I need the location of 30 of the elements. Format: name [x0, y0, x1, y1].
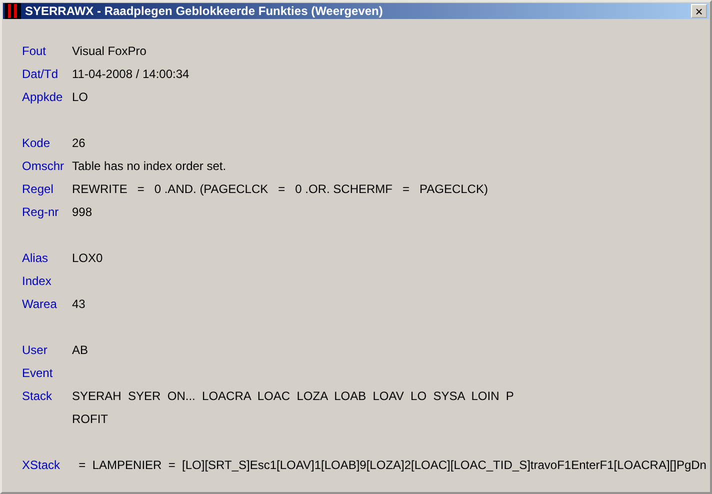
field-label: Index: [22, 273, 52, 290]
field-label: Fout: [22, 43, 48, 60]
field-value: REWRITE = 0 .AND. (PAGECLCK = 0 .OR. SCHERMF = PAGECLCK): [72, 181, 488, 198]
field-label: Dat/Td: [22, 66, 60, 83]
field-label: User: [22, 342, 48, 359]
field-value: 26: [72, 135, 86, 152]
field-value: 11-04-2008 / 14:00:34: [72, 66, 190, 83]
field-label: XStack: [22, 457, 62, 474]
field-label: Event: [22, 365, 54, 382]
field-value: 43: [72, 296, 86, 313]
field-value: ROFIT: [72, 411, 109, 428]
field-value: LOX0: [72, 250, 103, 267]
window-title: SYERRAWX - Raadplegen Geblokkeerde Funkties (Weergeven): [25, 4, 384, 18]
field-label: Stack: [22, 388, 54, 405]
field-label: Regel: [22, 181, 54, 198]
app-icon: [5, 3, 21, 19]
field-value: SYERAH SYER ON... LOACRA LOAC LOZA LOAB LOAV LO SYSA LOIN P: [72, 388, 514, 405]
field-value: Table has no index order set.: [72, 158, 226, 175]
field-label: Appkde: [22, 89, 64, 106]
field-value: AB: [72, 342, 88, 359]
field-label: Alias: [22, 250, 50, 267]
field-label: Reg-nr: [22, 204, 60, 221]
close-button[interactable]: ×: [691, 4, 707, 18]
field-value: Visual FoxPro: [72, 43, 146, 60]
field-value: = LAMPENIER = [LO][SRT_S]Esc1[LOAV]1[LOAB]9[LOZA]2[LOAC][LOAC_TID_S]travoF1EnterF1[LOACRA][]PgDn: [78, 457, 706, 474]
field-value: 998: [72, 204, 92, 221]
field-value: LO: [72, 89, 88, 106]
field-label: Warea: [22, 296, 58, 313]
field-label: Kode: [22, 135, 52, 152]
field-label: Omschr: [22, 158, 65, 175]
